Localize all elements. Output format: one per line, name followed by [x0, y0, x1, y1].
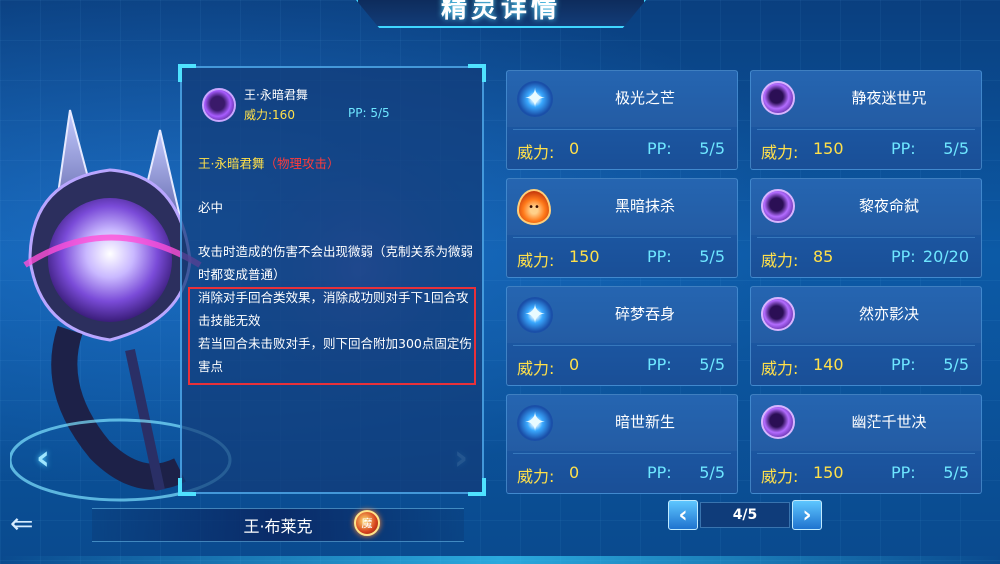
corner-decoration — [178, 64, 196, 82]
star-icon: ✦ — [517, 405, 553, 441]
pp-value: 5/5 — [699, 139, 725, 158]
power-label: 威力: — [761, 359, 799, 378]
shadow-icon — [761, 189, 795, 223]
power-value: 140 — [813, 355, 844, 374]
skill-card[interactable]: ✦ 碎梦吞身 威力: 0 PP: 5/5 — [506, 286, 738, 386]
skill-detail-panel: 王·永暗君舞 威力:160 PP: 5/5 王·永暗君舞（物理攻击） 必中 攻击… — [178, 64, 486, 496]
skill-card[interactable]: 静夜迷世咒 威力: 150 PP: 5/5 — [750, 70, 982, 170]
pet-name-plate: 王·布莱克 — [92, 508, 464, 542]
power-value: 160 — [272, 108, 295, 122]
power-label: 威力: — [517, 467, 555, 486]
skill-pager: ‹ 4/5 › — [668, 500, 822, 530]
shadow-icon — [761, 81, 795, 115]
fire-icon: •• — [517, 189, 551, 225]
skill-card[interactable]: 然亦影决 威力: 140 PP: 5/5 — [750, 286, 982, 386]
selected-skill-name: 王·永暗君舞 — [244, 88, 308, 102]
skill-name: 极光之芒 — [614, 89, 675, 107]
power-label: 威力: — [517, 143, 555, 162]
highlight-box — [188, 287, 476, 385]
bottom-glow — [0, 556, 1000, 564]
prev-page-button[interactable]: ‹ — [668, 500, 698, 530]
corner-decoration — [468, 478, 486, 496]
power-value: 0 — [569, 139, 580, 158]
pp-label: PP: — [647, 139, 672, 158]
skill-name: 幽茫千世决 — [851, 413, 927, 431]
star-icon: ✦ — [517, 297, 553, 333]
skill-card[interactable]: ✦ 极光之芒 威力: 0 PP: 5/5 — [506, 70, 738, 170]
pp-label: PP: — [891, 139, 916, 158]
next-page-button[interactable]: › — [792, 500, 822, 530]
selected-skill-pp: PP: 5/5 — [348, 106, 390, 120]
power-label: 威力: — [761, 251, 799, 270]
skill-category: （物理攻击） — [264, 156, 340, 171]
power-value: 0 — [569, 355, 580, 374]
description-title: 王·永暗君舞（物理攻击） — [198, 152, 478, 175]
pp-label: PP: — [348, 106, 367, 120]
pp-value: 5/5 — [370, 106, 390, 120]
title-bar: 精灵详情 — [356, 0, 646, 28]
selected-skill-header: 王·永暗君舞 威力:160 PP: 5/5 — [198, 82, 478, 130]
corner-decoration — [468, 64, 486, 82]
skill-card[interactable]: •• 黑暗抹杀 威力: 150 PP: 5/5 — [506, 178, 738, 278]
skill-name: 暗世新生 — [614, 413, 675, 431]
pp-value: 20/20 — [922, 247, 969, 266]
power-value: 150 — [813, 463, 844, 482]
skill-card[interactable]: 幽茫千世决 威力: 150 PP: 5/5 — [750, 394, 982, 494]
skill-name: 然亦影决 — [858, 305, 919, 323]
prev-pet-arrow[interactable]: ‹ — [30, 438, 56, 478]
power-label: 威力: — [244, 108, 273, 122]
description-line: 必中 — [198, 200, 224, 215]
shadow-icon — [202, 88, 236, 122]
page-indicator: 4/5 — [700, 502, 790, 528]
power-value: 150 — [569, 247, 600, 266]
description-line: 攻击时造成的伤害不会出现微弱（克制关系为微弱时都变成普通） — [198, 244, 474, 282]
power-value: 150 — [813, 139, 844, 158]
shadow-icon — [761, 297, 795, 331]
page-title: 精灵详情 — [440, 0, 561, 24]
pet-name: 王·布莱克 — [243, 517, 313, 536]
skill-name: 碎梦吞身 — [614, 305, 675, 323]
pp-label: PP: — [891, 355, 916, 374]
back-button[interactable]: ⇐ — [10, 507, 50, 540]
pp-label: PP: — [891, 463, 916, 482]
pp-value: 5/5 — [943, 139, 969, 158]
power-value: 85 — [813, 247, 834, 266]
pp-value: 5/5 — [943, 355, 969, 374]
pp-label: PP: — [647, 355, 672, 374]
pp-label: PP: — [647, 463, 672, 482]
star-icon: ✦ — [517, 81, 553, 117]
power-label: 威力: — [761, 467, 799, 486]
skill-card[interactable]: 黎夜命弑 威力: 85 PP: 20/20 — [750, 178, 982, 278]
skill-name: 黎夜命弑 — [858, 197, 919, 215]
power-label: 威力: — [517, 251, 555, 270]
power-label: 威力: — [517, 359, 555, 378]
power-value: 0 — [569, 463, 580, 482]
attribute-badge-icon: 魔 — [354, 510, 380, 536]
skill-name-line: 王·永暗君舞 — [198, 156, 265, 171]
pp-label: PP: — [891, 247, 916, 266]
shadow-icon — [761, 405, 795, 439]
pp-value: 5/5 — [699, 247, 725, 266]
pp-value: 5/5 — [699, 463, 725, 482]
selected-skill-power: 威力:160 — [244, 106, 295, 123]
skill-name: 黑暗抹杀 — [614, 197, 675, 215]
pp-value: 5/5 — [699, 355, 725, 374]
corner-decoration — [178, 478, 196, 496]
skill-name: 静夜迷世咒 — [851, 89, 927, 107]
pp-value: 5/5 — [943, 463, 969, 482]
skill-card[interactable]: ✦ 暗世新生 威力: 0 PP: 5/5 — [506, 394, 738, 494]
power-label: 威力: — [761, 143, 799, 162]
pp-label: PP: — [647, 247, 672, 266]
